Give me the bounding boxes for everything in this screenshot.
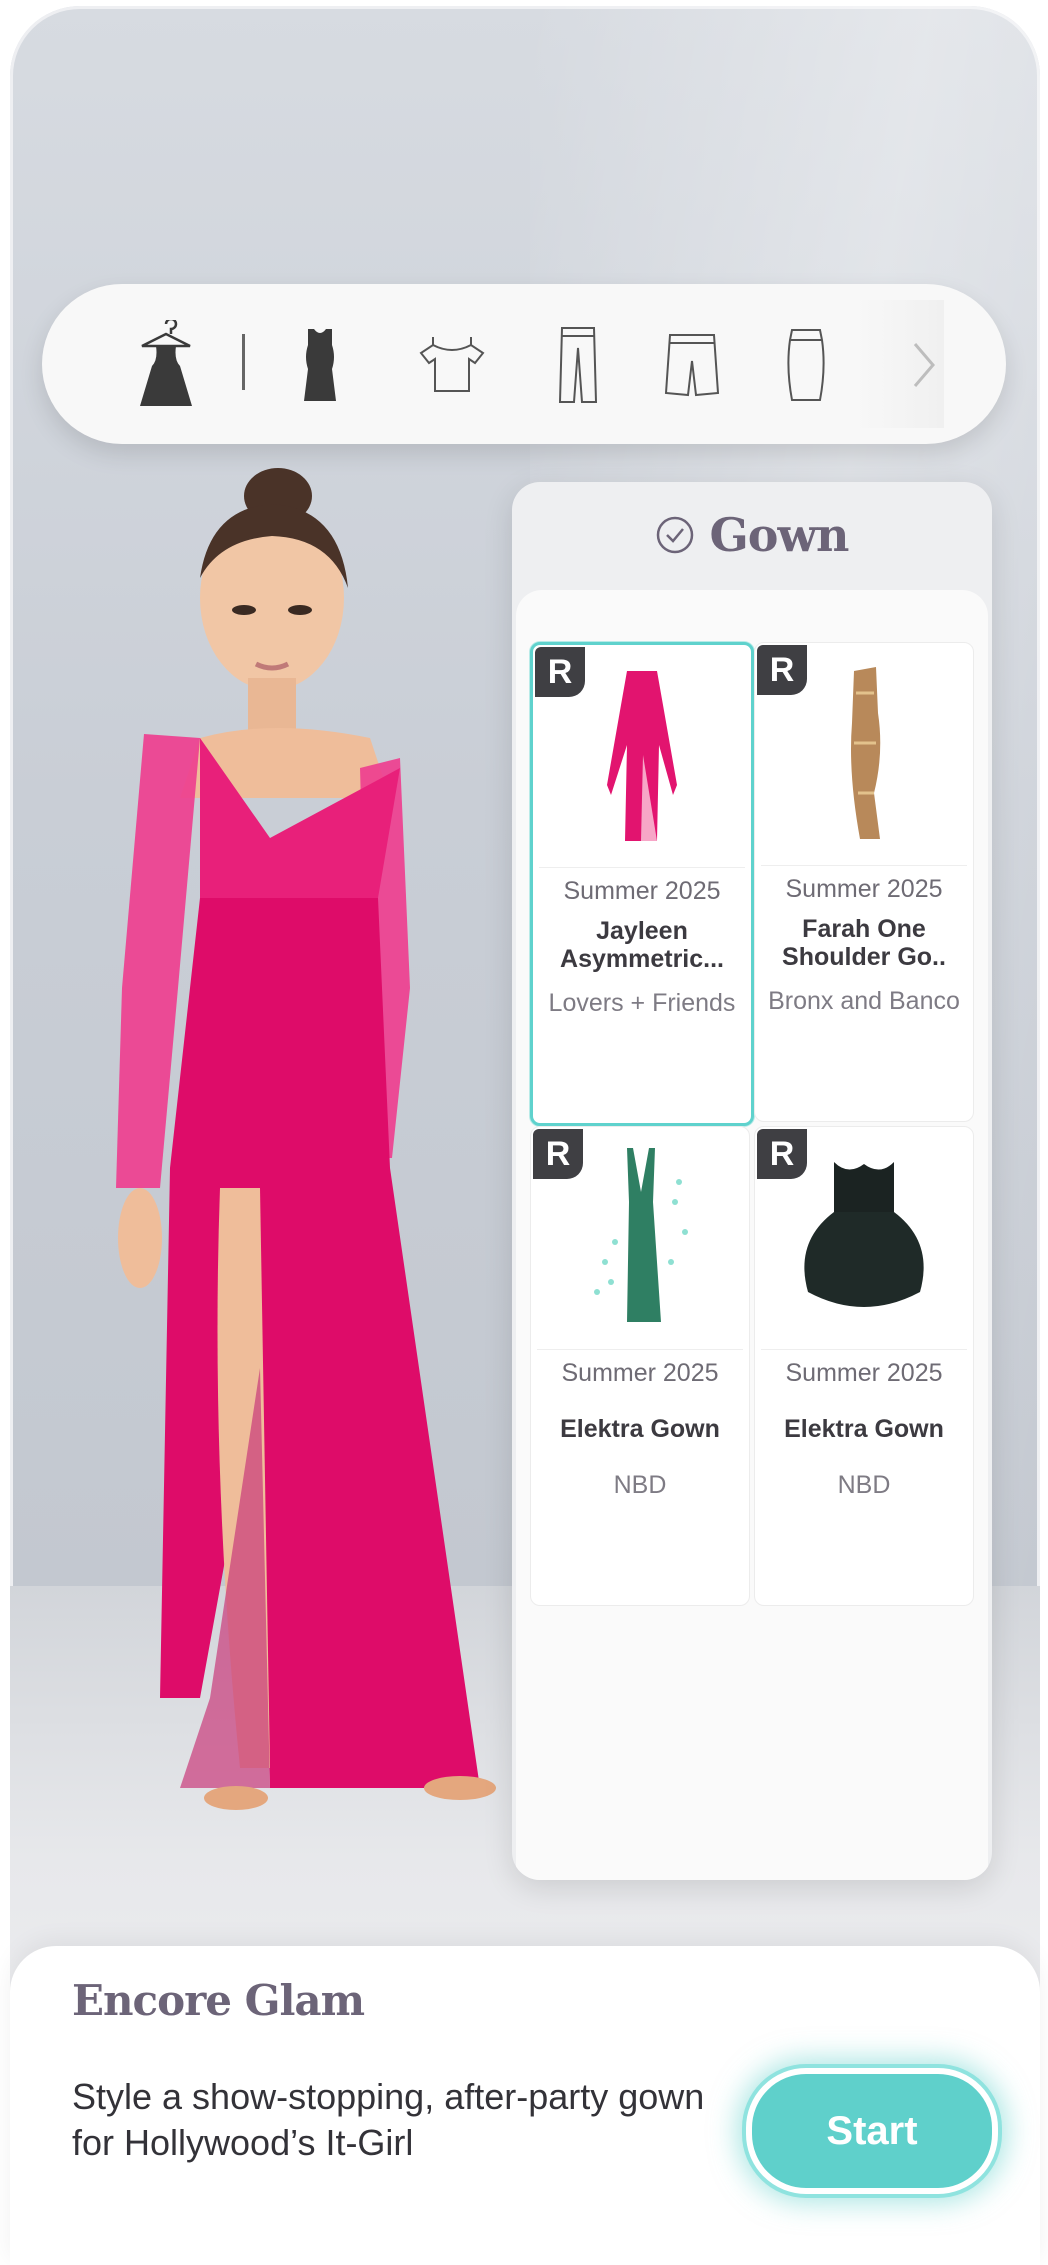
rare-badge: R	[757, 645, 807, 695]
item-brand: NBD	[613, 1471, 667, 1499]
panel-title: Gown	[709, 508, 849, 562]
panel-header: Gown	[512, 482, 992, 588]
card-divider	[761, 865, 967, 866]
bodycon-dress-icon	[304, 329, 336, 401]
item-season: Summer 2025	[785, 875, 943, 903]
pants-icon	[558, 327, 598, 403]
item-card[interactable]: R Summer 2025 Elektra Gown NBD	[754, 1126, 974, 1606]
avatar-model	[116, 468, 496, 1810]
category-bodycon[interactable]	[280, 320, 360, 410]
shorts-icon	[664, 334, 720, 397]
category-divider	[242, 334, 245, 390]
start-button[interactable]: Start	[746, 2068, 998, 2194]
category-skirts[interactable]	[766, 320, 846, 410]
card-divider	[537, 1349, 743, 1350]
card-divider	[761, 1349, 967, 1350]
challenge-description: Style a show-stopping, after-party gown …	[72, 2076, 705, 2163]
item-card[interactable]: R Summer 2025 Farah One Shoulder Go.. Br…	[754, 642, 974, 1122]
challenge-sheet: Encore Glam Style a show-stopping, after…	[10, 1946, 1040, 2265]
item-panel: Gown R Summer 2025 Jayleen Asymmetric...	[512, 482, 992, 1880]
challenge-title: Encore Glam	[72, 1976, 365, 2025]
dress-hanger-icon	[140, 320, 192, 406]
category-shorts[interactable]	[652, 320, 732, 410]
item-brand: NBD	[837, 1471, 891, 1499]
category-pants[interactable]	[538, 320, 618, 410]
item-card[interactable]: R Summer 2025 Elektra Gown NBD	[530, 1126, 750, 1606]
rare-badge: R	[757, 1129, 807, 1179]
item-card[interactable]: R Summer 2025 Jayleen Asymmetric... Love…	[530, 642, 754, 1126]
green-gown-icon	[594, 1148, 688, 1322]
item-name: Jayleen Asymmetric...	[560, 917, 724, 973]
chevron-right-icon	[913, 343, 935, 387]
pink-gown-icon	[607, 671, 677, 841]
item-name: Elektra Gown	[560, 1415, 720, 1443]
item-list: R Summer 2025 Jayleen Asymmetric... Love…	[516, 590, 988, 1880]
item-season: Summer 2025	[785, 1359, 943, 1387]
category-bar	[42, 284, 1006, 444]
rare-badge: R	[533, 1129, 583, 1179]
top-icon	[419, 337, 485, 392]
card-divider	[539, 867, 745, 868]
item-season: Summer 2025	[561, 1359, 719, 1387]
category-tops[interactable]	[412, 320, 492, 410]
item-brand: Lovers + Friends	[548, 989, 736, 1017]
category-dresses[interactable]	[126, 320, 206, 410]
black-dress-icon	[804, 1162, 924, 1307]
item-season: Summer 2025	[563, 877, 721, 905]
item-name: Elektra Gown	[784, 1415, 944, 1443]
checkmark-circle-icon	[657, 516, 694, 554]
skirt-icon	[787, 329, 825, 401]
screen-background: Gown R Summer 2025 Jayleen Asymmetric...	[10, 6, 1040, 2265]
item-name: Farah One Shoulder Go..	[782, 915, 946, 971]
category-next-button[interactable]	[884, 320, 964, 410]
rare-badge: R	[535, 647, 585, 697]
sequin-gown-icon	[851, 667, 881, 839]
item-brand: Bronx and Banco	[768, 987, 960, 1015]
